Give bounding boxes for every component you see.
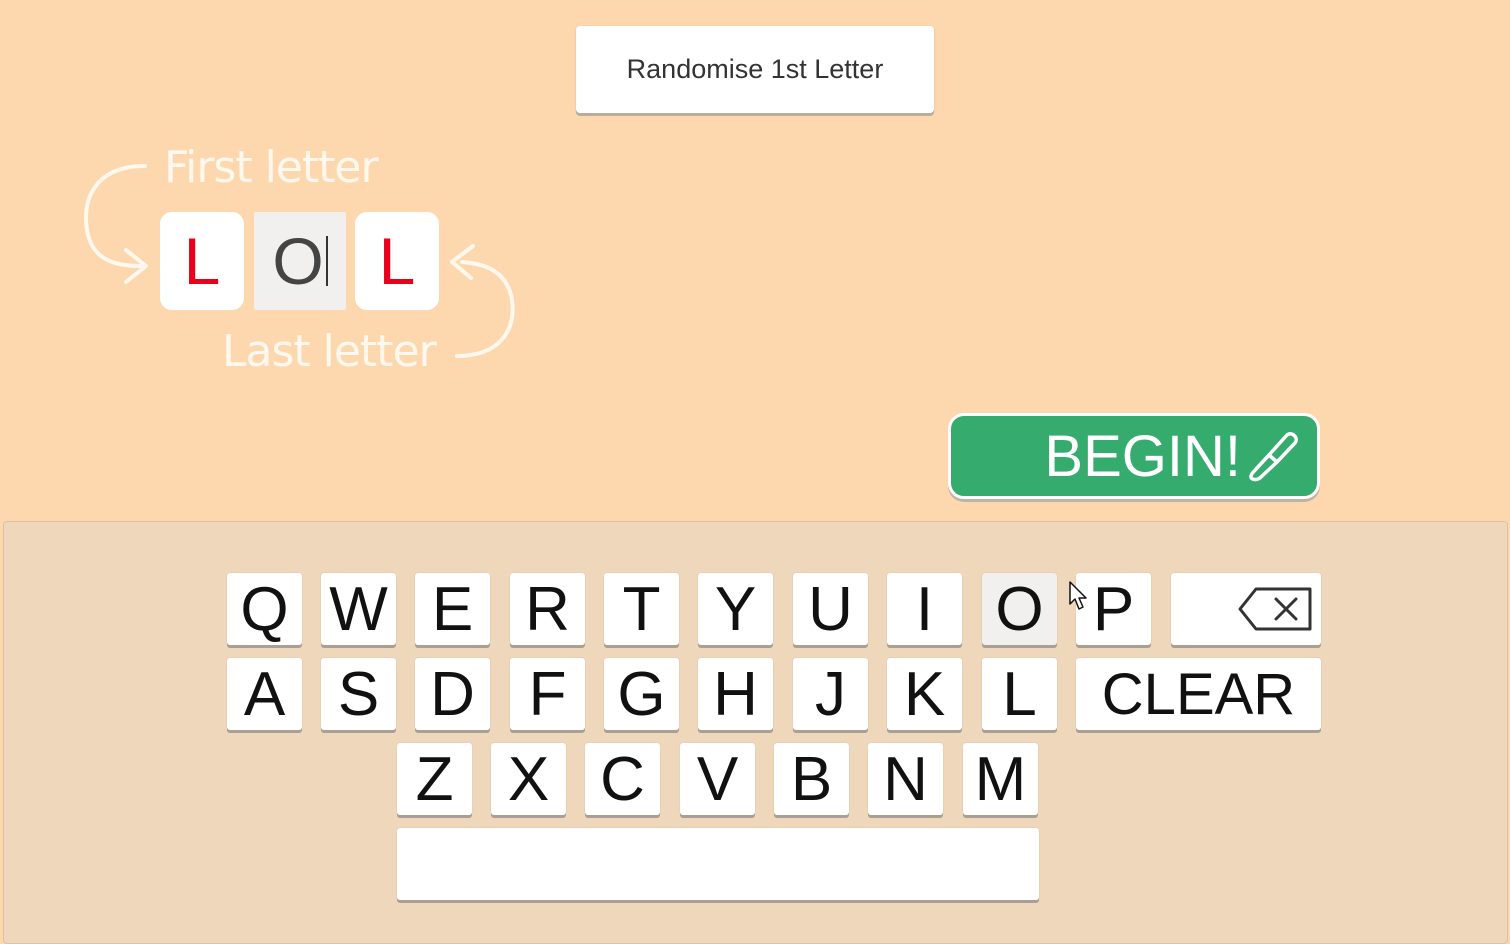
- key-s[interactable]: S: [321, 658, 396, 730]
- last-letter-tile: L: [355, 212, 439, 310]
- key-w[interactable]: W: [321, 573, 396, 645]
- key-m[interactable]: M: [963, 743, 1038, 815]
- key-v[interactable]: V: [680, 743, 755, 815]
- first-letter-tile: L: [160, 212, 244, 310]
- backspace-key[interactable]: [1171, 573, 1321, 645]
- key-q[interactable]: Q: [227, 573, 302, 645]
- key-c[interactable]: C: [585, 743, 660, 815]
- key-r[interactable]: R: [510, 573, 585, 645]
- middle-letter-input[interactable]: O: [254, 212, 346, 310]
- key-y[interactable]: Y: [698, 573, 773, 645]
- middle-letter-text: O: [272, 224, 324, 298]
- clear-button[interactable]: CLEAR: [1076, 658, 1321, 730]
- key-t[interactable]: T: [604, 573, 679, 645]
- key-i[interactable]: I: [887, 573, 962, 645]
- key-g[interactable]: G: [604, 658, 679, 730]
- key-o[interactable]: O: [982, 573, 1057, 645]
- key-f[interactable]: F: [510, 658, 585, 730]
- key-n[interactable]: N: [868, 743, 943, 815]
- key-p[interactable]: P: [1076, 573, 1151, 645]
- paintbrush-icon: [1249, 432, 1298, 482]
- key-j[interactable]: J: [793, 658, 868, 730]
- key-u[interactable]: U: [793, 573, 868, 645]
- randomise-first-letter-button[interactable]: Randomise 1st Letter: [576, 26, 934, 113]
- text-caret: [325, 236, 328, 286]
- begin-label: BEGIN!: [1044, 423, 1241, 489]
- key-l[interactable]: L: [982, 658, 1057, 730]
- key-h[interactable]: H: [698, 658, 773, 730]
- last-letter-text: L: [378, 224, 416, 298]
- key-x[interactable]: X: [491, 743, 566, 815]
- last-letter-hint: Last letter: [222, 326, 437, 377]
- first-letter-hint: First letter: [164, 142, 379, 193]
- space-bar[interactable]: [397, 828, 1039, 900]
- key-z[interactable]: Z: [397, 743, 472, 815]
- key-b[interactable]: B: [774, 743, 849, 815]
- first-letter-text: L: [183, 224, 221, 298]
- key-d[interactable]: D: [415, 658, 490, 730]
- key-k[interactable]: K: [887, 658, 962, 730]
- key-a[interactable]: A: [227, 658, 302, 730]
- begin-button[interactable]: BEGIN!: [948, 413, 1320, 499]
- key-e[interactable]: E: [415, 573, 490, 645]
- backspace-icon: [1238, 587, 1312, 631]
